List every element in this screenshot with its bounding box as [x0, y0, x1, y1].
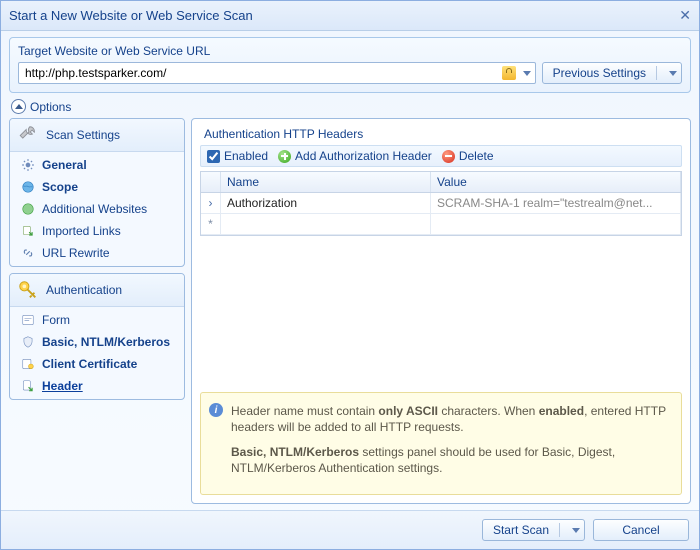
sidebar-item-label: Basic, NTLM/Kerberos — [42, 335, 170, 349]
panel-header-label: Authentication — [46, 283, 122, 297]
panel-authentication: Authentication Form Basic, NTLM/Kerberos… — [9, 273, 185, 400]
sidebar-item-label: Imported Links — [42, 224, 121, 238]
sidebar-item-scope[interactable]: Scope — [10, 176, 184, 198]
shield-icon — [20, 334, 36, 350]
wrench-icon — [16, 123, 40, 147]
dialog-title: Start a New Website or Web Service Scan — [9, 8, 253, 23]
sidebar-item-client-cert[interactable]: Client Certificate — [10, 353, 184, 375]
options-toggle[interactable]: Options — [11, 99, 689, 114]
target-url-section: Target Website or Web Service URL Previo… — [9, 37, 691, 93]
button-split-sep — [656, 66, 657, 80]
enabled-label: Enabled — [224, 149, 268, 163]
key-icon — [16, 278, 40, 302]
headers-grid: Name Value › Authorization SCRAM-SHA-1 r… — [200, 171, 682, 236]
grid-header-row: Name Value — [201, 172, 681, 193]
sidebar-item-label: Form — [42, 313, 70, 327]
target-url-label: Target Website or Web Service URL — [18, 44, 682, 58]
table-row-new[interactable]: * — [201, 214, 681, 235]
chevron-down-icon[interactable] — [572, 528, 580, 533]
cancel-label: Cancel — [622, 523, 659, 537]
panel-scan-settings: Scan Settings General Scope Additional W… — [9, 118, 185, 267]
import-icon — [20, 223, 36, 239]
cell-value-empty[interactable] — [431, 214, 681, 234]
enabled-checkbox-input[interactable] — [207, 150, 220, 163]
certificate-icon — [20, 356, 36, 372]
previous-settings-label: Previous Settings — [553, 66, 646, 80]
chevron-down-icon[interactable] — [523, 71, 531, 76]
sidebar-item-label: Header — [42, 379, 83, 393]
panel-header-label: Scan Settings — [46, 128, 120, 142]
sidebar-item-form[interactable]: Form — [10, 309, 184, 331]
dialog-body: Scan Settings General Scope Additional W… — [1, 118, 699, 510]
row-indicator-icon: › — [201, 193, 221, 213]
new-row-icon: * — [201, 214, 221, 234]
sidebar-item-basic-ntlm[interactable]: Basic, NTLM/Kerberos — [10, 331, 184, 353]
sidebar-item-general[interactable]: General — [10, 154, 184, 176]
dialog-window: Start a New Website or Web Service Scan … — [0, 0, 700, 550]
sidebar-item-header[interactable]: Header — [10, 375, 184, 397]
cell-value[interactable]: SCRAM-SHA-1 realm="testrealm@net... — [431, 193, 681, 213]
options-label: Options — [30, 100, 71, 114]
titlebar: Start a New Website or Web Service Scan … — [1, 1, 699, 31]
chevron-down-icon[interactable] — [669, 71, 677, 76]
close-icon[interactable]: ✕ — [679, 7, 691, 24]
info-line-2: Basic, NTLM/Kerberos settings panel shou… — [231, 444, 671, 476]
cancel-button[interactable]: Cancel — [593, 519, 689, 541]
sidebar-item-url-rewrite[interactable]: URL Rewrite — [10, 242, 184, 264]
start-scan-button[interactable]: Start Scan — [482, 519, 585, 541]
section-title: Authentication HTTP Headers — [204, 127, 682, 141]
sidebar-item-label: URL Rewrite — [42, 246, 110, 260]
sidebar-item-label: General — [42, 158, 87, 172]
sidebar-item-label: Scope — [42, 180, 78, 194]
globe-icon — [20, 179, 36, 195]
panel-header-scan: Scan Settings — [10, 119, 184, 152]
globe-icon — [20, 201, 36, 217]
info-line-1: Header name must contain only ASCII char… — [231, 403, 671, 435]
start-scan-label: Start Scan — [493, 523, 549, 537]
panel-header-auth: Authentication — [10, 274, 184, 307]
dialog-footer: Start Scan Cancel — [1, 510, 699, 549]
chevron-up-icon — [11, 99, 26, 114]
button-split-sep — [559, 523, 560, 537]
headers-toolbar: Enabled Add Authorization Header Delete — [200, 145, 682, 167]
info-box: i Header name must contain only ASCII ch… — [200, 392, 682, 495]
grid-col-name[interactable]: Name — [221, 172, 431, 192]
add-header-label: Add Authorization Header — [295, 149, 432, 163]
target-url-input[interactable] — [25, 66, 499, 80]
cell-name-empty[interactable] — [221, 214, 431, 234]
info-icon: i — [209, 403, 223, 417]
target-url-input-wrap[interactable] — [18, 62, 536, 84]
document-arrow-icon — [20, 378, 36, 394]
enabled-checkbox[interactable]: Enabled — [207, 149, 268, 163]
link-icon — [20, 245, 36, 261]
grid-gutter-header — [201, 172, 221, 192]
delete-header-button[interactable]: Delete — [442, 149, 494, 163]
sidebar-item-imported-links[interactable]: Imported Links — [10, 220, 184, 242]
lock-icon — [502, 66, 516, 80]
cell-name[interactable]: Authorization — [221, 193, 431, 213]
gear-icon — [20, 157, 36, 173]
sidebar: Scan Settings General Scope Additional W… — [9, 118, 185, 504]
panel-body-auth: Form Basic, NTLM/Kerberos Client Certifi… — [10, 307, 184, 399]
delete-header-label: Delete — [459, 149, 494, 163]
sidebar-item-label: Additional Websites — [42, 202, 147, 216]
target-url-row: Previous Settings — [18, 62, 682, 84]
main-panel: Authentication HTTP Headers Enabled Add … — [191, 118, 691, 504]
plus-circle-icon — [278, 150, 291, 163]
table-row[interactable]: › Authorization SCRAM-SHA-1 realm="testr… — [201, 193, 681, 214]
grid-col-value[interactable]: Value — [431, 172, 681, 192]
sidebar-item-additional-websites[interactable]: Additional Websites — [10, 198, 184, 220]
previous-settings-button[interactable]: Previous Settings — [542, 62, 682, 84]
minus-circle-icon — [442, 150, 455, 163]
panel-body-scan: General Scope Additional Websites Import… — [10, 152, 184, 266]
sidebar-item-label: Client Certificate — [42, 357, 137, 371]
add-header-button[interactable]: Add Authorization Header — [278, 149, 432, 163]
form-icon — [20, 312, 36, 328]
